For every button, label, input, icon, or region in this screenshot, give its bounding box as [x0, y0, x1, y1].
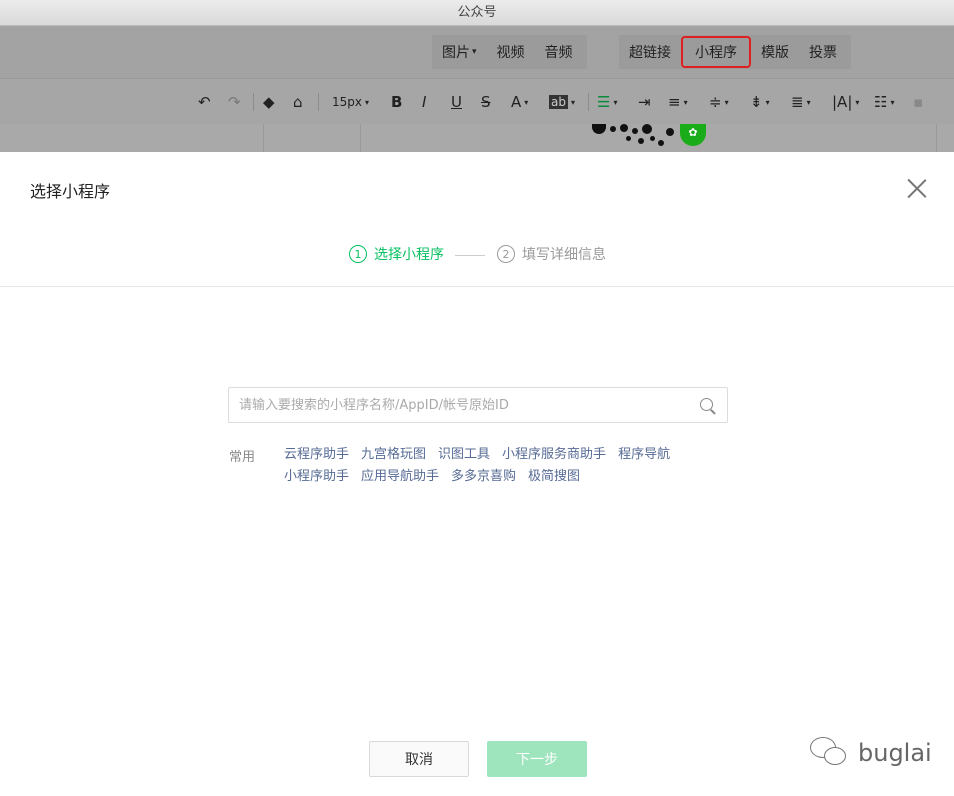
common-item[interactable]: 多多京喜购: [451, 469, 516, 484]
watermark: buglai: [810, 737, 932, 769]
qr-code-image: [592, 124, 682, 152]
step-indicator: 1 选择小程序 2 填写详细信息: [0, 244, 954, 266]
italic-icon[interactable]: I: [422, 92, 426, 112]
close-icon[interactable]: [905, 176, 929, 200]
toolbar-divider: [318, 93, 319, 111]
redo-icon[interactable]: ↷: [228, 92, 241, 112]
media-group: 图片 ▾ 视频 音频: [432, 35, 587, 69]
common-item[interactable]: 小程序服务商助手: [502, 447, 606, 462]
toolbar-divider: [253, 93, 254, 111]
strikethrough-icon[interactable]: S: [481, 92, 491, 112]
insert-miniprogram-button[interactable]: 小程序: [681, 36, 751, 68]
insert-toolbar: 图片 ▾ 视频 音频 超链接 小程序 模版 投票: [0, 26, 954, 78]
insert-video-button[interactable]: 视频: [487, 35, 535, 69]
font-size-select[interactable]: 15px ▾: [332, 92, 369, 112]
common-item[interactable]: 识图工具: [438, 447, 490, 462]
underline-icon[interactable]: U: [451, 92, 462, 112]
cancel-button[interactable]: 取消: [369, 741, 469, 777]
column-divider: [263, 124, 264, 152]
step-connector: [455, 255, 485, 256]
common-item[interactable]: 极简搜图: [528, 469, 580, 484]
step-2-number: 2: [497, 245, 515, 263]
common-item[interactable]: 云程序助手: [284, 447, 349, 462]
toolbar-divider: [588, 93, 589, 111]
next-step-button[interactable]: 下一步: [487, 741, 587, 777]
bold-icon[interactable]: B: [391, 92, 402, 112]
align-left-icon[interactable]: ☰ ▾: [597, 92, 617, 112]
list-icon[interactable]: ☷ ▾: [874, 92, 894, 112]
step-1-number: 1: [349, 245, 367, 263]
editor-content: [0, 124, 954, 152]
insert-vote-button[interactable]: 投票: [799, 35, 851, 69]
step-1: 1 选择小程序: [349, 244, 444, 264]
watermark-text: buglai: [858, 739, 932, 767]
wechat-icon: [810, 737, 852, 769]
column-divider: [936, 124, 937, 152]
clear-format-icon[interactable]: ⌂: [293, 92, 303, 112]
window-title: 公众号: [0, 0, 954, 26]
indent-icon[interactable]: ⇥: [638, 92, 651, 112]
step-2: 2 填写详细信息: [497, 244, 606, 264]
insert-image-button[interactable]: 图片 ▾: [432, 35, 487, 69]
paragraph-spacing-icon[interactable]: ⇟ ▾: [750, 92, 770, 112]
common-label: 常用: [229, 450, 256, 465]
common-item[interactable]: 应用导航助手: [361, 469, 439, 484]
format-painter-icon[interactable]: ◆: [263, 92, 275, 112]
font-color-icon[interactable]: A ▾: [511, 92, 528, 112]
format-toolbar: ↶ ↷ ◆ ⌂ 15px ▾ B I U S A ▾ ab ▾ ☰ ▾ ⇥ ≡ ▾ ≑ ▾ …: [0, 78, 954, 124]
insert-audio-button[interactable]: 音频: [535, 35, 587, 69]
insert-link-button[interactable]: 超链接: [619, 35, 681, 69]
undo-icon[interactable]: ↶: [198, 92, 211, 112]
search-box: [228, 387, 728, 423]
common-item[interactable]: 程序导航: [618, 447, 670, 462]
outdent-icon[interactable]: ≣ ▾: [791, 92, 811, 112]
common-miniprogram-list: 云程序助手 九宫格玩图 识图工具 小程序服务商助手 程序导航 小程序助手 应用导航助手 多多…: [284, 444, 734, 488]
step-2-label: 填写详细信息: [522, 247, 606, 263]
search-icon[interactable]: [699, 397, 717, 415]
line-height-icon[interactable]: ≑ ▾: [709, 92, 729, 112]
step-1-label: 选择小程序: [374, 247, 444, 263]
content-group: 超链接 小程序 模版 投票: [619, 35, 851, 69]
background-color-icon[interactable]: ab ▾: [549, 92, 575, 112]
letter-spacing-icon[interactable]: |A| ▾: [832, 92, 859, 112]
more-icon[interactable]: ▪: [913, 92, 923, 112]
common-item[interactable]: 九宫格玩图: [361, 447, 426, 462]
miniprogram-search-input[interactable]: [239, 388, 689, 422]
editor-background: 图片 ▾ 视频 音频 超链接 小程序 模版 投票 ↶ ↷ ◆ ⌂ 15px ▾ B …: [0, 26, 954, 152]
common-item[interactable]: 小程序助手: [284, 469, 349, 484]
dialog-divider: [0, 286, 954, 287]
insert-template-button[interactable]: 模版: [751, 35, 799, 69]
column-divider: [360, 124, 361, 152]
align-center-icon[interactable]: ≡ ▾: [668, 92, 688, 112]
dialog-title: 选择小程序: [30, 182, 111, 201]
select-miniprogram-dialog: 选择小程序 1 选择小程序 2 填写详细信息 常用 云程序助手九宫格玩图识图工具…: [0, 152, 954, 796]
